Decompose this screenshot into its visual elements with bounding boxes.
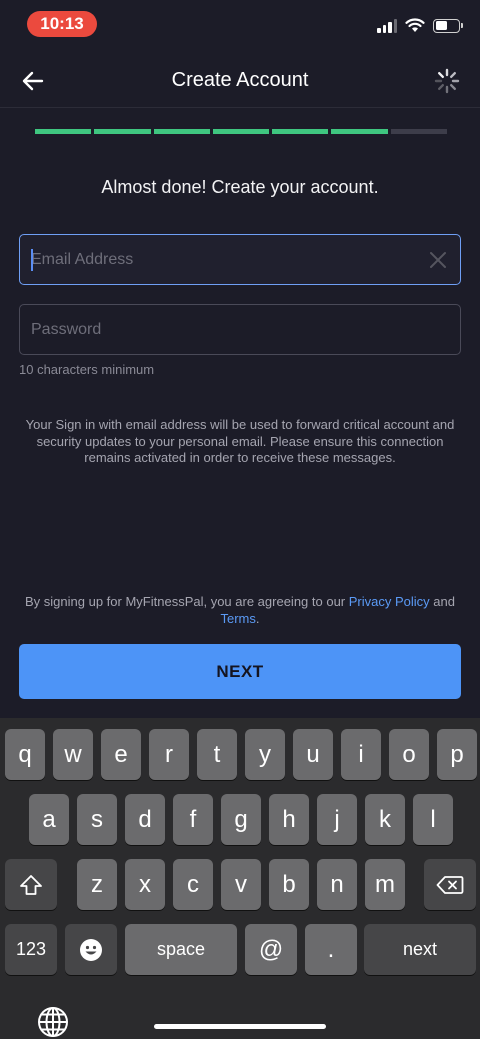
backspace-icon [436,875,464,894]
next-button[interactable]: NEXT [19,644,461,699]
key-n[interactable]: n [317,859,357,910]
key-y[interactable]: y [245,729,285,780]
shift-key[interactable] [5,859,57,910]
key-b[interactable]: b [269,859,309,910]
key-z[interactable]: z [77,859,117,910]
backspace-key[interactable] [424,859,476,910]
page-heading: Almost done! Create your account. [101,177,379,197]
progress-segment [212,129,270,134]
terms-link[interactable]: Terms [220,611,255,626]
key-c[interactable]: c [173,859,213,910]
shift-icon [20,874,42,895]
next-key[interactable]: next [364,924,476,975]
home-indicator[interactable] [154,1024,326,1029]
clear-icon[interactable] [428,250,448,270]
globe-icon[interactable] [36,1005,70,1039]
key-v[interactable]: v [221,859,261,910]
key-h[interactable]: h [269,794,309,845]
key-q[interactable]: q [5,729,45,780]
key-a[interactable]: a [29,794,69,845]
key-t[interactable]: t [197,729,237,780]
key-l[interactable]: l [413,794,453,845]
keyboard: 123 space @ . next qwertyuiop asdfghjkl zx… [0,718,480,1039]
emoji-key[interactable] [65,924,117,975]
key-g[interactable]: g [221,794,261,845]
cellular-signal-icon [377,18,397,33]
progress-segment [272,129,329,134]
email-info-text: Your Sign in with email address will be … [25,417,455,465]
terms-text: By signing up for MyFitnessPal, you are … [20,593,460,627]
progress-segment [390,129,447,134]
signup-progress-bar [35,129,447,134]
loading-spinner-icon [434,68,460,94]
text-cursor [31,249,33,271]
status-icons [377,18,463,33]
terms-prefix: By signing up for MyFitnessPal, you are … [25,594,349,609]
status-bar: 10:13 [0,0,480,52]
dot-key[interactable]: . [305,924,357,975]
key-k[interactable]: k [365,794,405,845]
terms-suffix: . [255,611,260,626]
battery-icon [433,18,463,33]
numbers-key[interactable]: 123 [5,924,57,975]
key-m[interactable]: m [365,859,405,910]
key-i[interactable]: i [341,729,381,780]
key-s[interactable]: s [77,794,117,845]
at-key[interactable]: @ [245,924,297,975]
key-p[interactable]: p [437,729,477,780]
page-title: Create Account [171,69,309,91]
key-w[interactable]: w [53,729,93,780]
wifi-icon [405,18,425,32]
privacy-policy-link[interactable]: Privacy Policy [349,594,430,609]
progress-segment [331,129,388,134]
key-j[interactable]: j [317,794,357,845]
key-e[interactable]: e [101,729,141,780]
password-field[interactable] [19,304,461,355]
email-field[interactable] [19,234,461,285]
key-f[interactable]: f [173,794,213,845]
space-key[interactable]: space [125,924,237,975]
key-d[interactable]: d [125,794,165,845]
progress-segment [153,129,210,134]
key-o[interactable]: o [389,729,429,780]
key-r[interactable]: r [149,729,189,780]
emoji-icon [80,938,102,961]
terms-middle: and [429,594,455,609]
key-x[interactable]: x [125,859,165,910]
key-u[interactable]: u [293,729,333,780]
password-helper-text: 10 characters minimum [19,362,155,377]
status-time: 10:13 [27,11,97,37]
email-input[interactable] [20,235,460,284]
password-input[interactable] [20,305,460,354]
nav-bar: Create Account [0,52,480,108]
progress-segment [94,129,151,134]
progress-segment [35,129,92,134]
